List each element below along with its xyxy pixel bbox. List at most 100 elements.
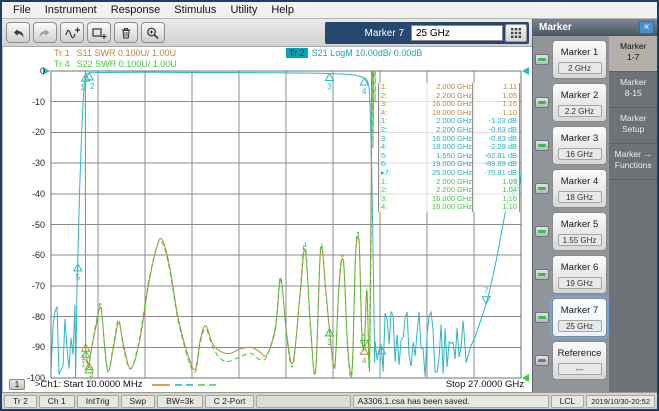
marker-4-button[interactable]: Marker 418 GHz bbox=[552, 169, 607, 208]
menu-file[interactable]: File bbox=[6, 2, 38, 18]
menu-response[interactable]: Response bbox=[104, 2, 168, 18]
y-tick: 0 bbox=[5, 66, 45, 76]
marker-4-label: 4 bbox=[362, 87, 367, 96]
marker-5-button[interactable]: Marker 51.55 GHz bbox=[552, 212, 607, 251]
tab-marker-functions[interactable]: Marker → Functions bbox=[609, 144, 657, 180]
active-entry-bar: Marker 7 bbox=[325, 22, 529, 44]
marker-4-label: 4 bbox=[362, 330, 367, 339]
marker-1-label: 1 bbox=[80, 83, 85, 92]
status-spacer bbox=[256, 395, 350, 408]
marker-6-toggle[interactable] bbox=[535, 269, 549, 280]
status-inttrig: IntTrig bbox=[77, 395, 119, 408]
zoom-icon bbox=[145, 26, 161, 40]
led-indicator-on bbox=[538, 58, 546, 61]
toolbar: Marker 7 bbox=[2, 19, 532, 47]
marker-1-label: 1 bbox=[81, 359, 86, 368]
tab-marker-1-7[interactable]: Marker 1-7 bbox=[609, 36, 657, 72]
reference-toggle[interactable] bbox=[535, 355, 549, 366]
marker-1-value: 2 GHz bbox=[558, 62, 602, 74]
marker-7-row: Marker 725 GHz bbox=[533, 298, 609, 337]
marker-4-row: Marker 418 GHz bbox=[533, 169, 609, 208]
reference-row: Reference --- bbox=[533, 341, 609, 380]
marker-5-value: 1.55 GHz bbox=[558, 234, 602, 246]
tab-marker-8-15[interactable]: Marker 8-15 bbox=[609, 72, 657, 108]
led-indicator-on bbox=[538, 144, 546, 147]
status-ch-1: Ch 1 bbox=[39, 395, 75, 408]
marker-2-value: 2.2 GHz bbox=[558, 105, 602, 117]
marker-6-button[interactable]: Marker 619 GHz bbox=[552, 255, 607, 294]
marker-6-label: Marker 6 bbox=[555, 262, 604, 273]
y-tick: -90 bbox=[5, 342, 45, 352]
marker-1-row: Marker 12 GHz bbox=[533, 40, 609, 79]
y-tick: -80 bbox=[5, 312, 45, 322]
led-indicator-on bbox=[538, 230, 546, 233]
trace-tr1_s11_swr bbox=[85, 47, 374, 374]
toolbar-new-window-button[interactable] bbox=[87, 22, 111, 43]
marker-3-row: Marker 316 GHz bbox=[533, 126, 609, 165]
reference-button[interactable]: Reference --- bbox=[552, 341, 607, 380]
marker-3-value: 16 GHz bbox=[558, 148, 602, 160]
reference-value: --- bbox=[558, 363, 602, 375]
marker-5-row: Marker 51.55 GHz bbox=[533, 212, 609, 251]
toolbar-delete-button[interactable] bbox=[114, 22, 138, 43]
x-axis-annotation: 1 >Ch1: Start 10.0000 MHz Stop 27.0000 G… bbox=[3, 378, 532, 392]
app-window: FileInstrumentResponseStimulusUtilityHel… bbox=[0, 0, 659, 411]
delete-icon bbox=[118, 26, 134, 40]
trace-label-tr2[interactable]: Tr 2S21 LogM 10.00dB/ 0.00dB bbox=[286, 48, 422, 58]
readout-row: 4:18.000 GHz1.10 bbox=[379, 203, 519, 212]
led-indicator-on bbox=[538, 101, 546, 104]
menu-instrument[interactable]: Instrument bbox=[38, 2, 104, 18]
marker-7-toggle[interactable] bbox=[535, 312, 549, 323]
menu-stimulus[interactable]: Stimulus bbox=[167, 2, 223, 18]
y-tick: -30 bbox=[5, 158, 45, 168]
marker-panel-tabs: Marker 1-7Marker 8-15Marker SetupMarker … bbox=[609, 36, 657, 392]
marker-3-toggle[interactable] bbox=[535, 140, 549, 151]
menu-utility[interactable]: Utility bbox=[223, 2, 264, 18]
marker-5-label: 5 bbox=[76, 273, 81, 282]
marker-7-label: Marker 7 bbox=[555, 305, 604, 316]
marker-2-row: Marker 2 2.2 GHz bbox=[533, 83, 609, 122]
toolbar-zoom-button[interactable] bbox=[141, 22, 165, 43]
marker-7-button[interactable]: Marker 725 GHz bbox=[552, 298, 607, 337]
reference-label: Reference bbox=[555, 348, 604, 359]
toolbar-add-trace-button[interactable] bbox=[60, 22, 84, 43]
status-swp: Swp bbox=[121, 395, 156, 408]
y-tick: -70 bbox=[5, 281, 45, 291]
tab-marker-setup[interactable]: Marker Setup bbox=[609, 108, 657, 144]
marker-4-value: 18 GHz bbox=[558, 191, 602, 203]
marker-2-label: 2 bbox=[90, 82, 95, 91]
keypad-button[interactable] bbox=[505, 24, 527, 42]
trace-label-tr1[interactable]: Tr 1S11 SWR 0.100U/ 1.00U bbox=[51, 48, 176, 58]
y-tick: -40 bbox=[5, 189, 45, 199]
y-tick: -10 bbox=[5, 97, 45, 107]
marker-value-input[interactable] bbox=[411, 25, 503, 41]
add-trace-icon bbox=[64, 26, 80, 40]
marker-1-button[interactable]: Marker 12 GHz bbox=[552, 40, 607, 79]
marker-1-toggle[interactable] bbox=[535, 54, 549, 65]
led-indicator-on bbox=[538, 273, 546, 276]
led-indicator-on bbox=[538, 316, 546, 319]
marker-readout-table: 1:2.000 GHz1.112:2.200 GHz1.053:16.000 G… bbox=[378, 83, 520, 212]
marker-2-button[interactable]: Marker 2 2.2 GHz bbox=[552, 83, 607, 122]
statusbar: Tr 2Ch 1IntTrigSwpBW=3kC 2-PortA3306.1.c… bbox=[2, 392, 657, 409]
marker-4-toggle[interactable] bbox=[535, 183, 549, 194]
trace-label-tr4[interactable]: Tr 4S22 SWR 0.100U/ 1.00U bbox=[51, 59, 177, 69]
new-window-icon bbox=[91, 26, 107, 40]
led-indicator-off bbox=[538, 359, 546, 362]
start-frequency-label: >Ch1: Start 10.0000 MHz bbox=[35, 379, 142, 390]
marker-panel-header: Marker × bbox=[533, 19, 657, 36]
marker-3-symbol bbox=[325, 74, 333, 81]
marker-5-toggle[interactable] bbox=[535, 226, 549, 237]
menu-help[interactable]: Help bbox=[264, 2, 301, 18]
trace-tr4_s22_swr bbox=[85, 47, 376, 378]
trace-labels: Tr 1S11 SWR 0.100U/ 1.00U Tr 2S21 LogM 10… bbox=[3, 47, 532, 71]
marker-2-toggle[interactable] bbox=[535, 97, 549, 108]
marker-2-label: Marker 2 bbox=[555, 90, 604, 101]
y-tick: -60 bbox=[5, 250, 45, 260]
status-lcl: LCL bbox=[551, 395, 585, 408]
channel-badge[interactable]: 1 bbox=[9, 379, 25, 390]
marker-3-button[interactable]: Marker 316 GHz bbox=[552, 126, 607, 165]
toolbar-undo-button[interactable] bbox=[6, 22, 30, 43]
toolbar-redo-button[interactable] bbox=[33, 22, 57, 43]
close-icon[interactable]: × bbox=[639, 21, 654, 34]
